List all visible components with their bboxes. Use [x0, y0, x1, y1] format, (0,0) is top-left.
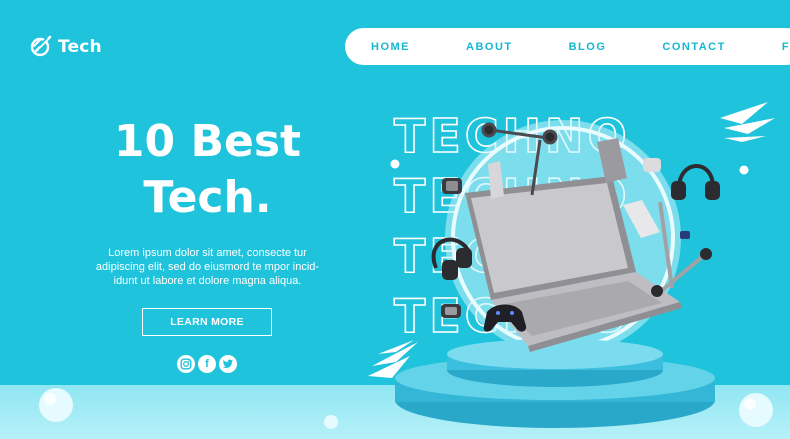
nav-contact[interactable]: CONTACT: [662, 41, 725, 53]
smartwatch-right: [643, 158, 661, 172]
headphones-right: [671, 164, 720, 200]
rocket-icon: [30, 33, 54, 61]
sphere-large-left: [39, 388, 73, 422]
podium: [395, 339, 715, 428]
nav-about[interactable]: ABOUT: [466, 41, 513, 53]
hero-description-line-2: adipiscing elit, sed do eiusmord te mpor…: [95, 261, 320, 273]
speed-strokes-top: [720, 102, 775, 142]
hero-description-line-3: idunt ut labore et dolore magna aliqua.: [113, 275, 302, 287]
hero-title-line-2: Tech.: [143, 172, 272, 223]
smartwatch-bottom: [441, 304, 461, 318]
brand-name: Tech: [58, 37, 102, 57]
hero-description-line-1: Lorem ipsum dolor sit amet, consecte tur: [108, 247, 307, 259]
sphere-highlight-right: [744, 398, 756, 410]
sphere-highlight-left: [44, 393, 56, 405]
instagram-icon[interactable]: [177, 355, 195, 373]
sphere-small-2: [739, 165, 749, 175]
hero-title: 10 Best Tech.: [75, 114, 340, 226]
hero-title-line-1: 10 Best: [113, 116, 302, 167]
brand-logo[interactable]: Tech: [30, 33, 102, 61]
facebook-icon[interactable]: f: [198, 355, 216, 373]
hero-description: Lorem ipsum dolor sit amet, consecte tur…: [70, 246, 345, 288]
nav-blog[interactable]: BLOG: [569, 41, 607, 53]
social-links: f: [177, 355, 237, 373]
nav-faq[interactable]: FAQ: [782, 41, 790, 53]
landing-page: TECHNO TECHNO TECHNO TECHNO: [0, 0, 790, 439]
twitter-icon[interactable]: [219, 355, 237, 373]
sphere-small-bottom: [324, 415, 338, 429]
main-nav: HOME ABOUT BLOG CONTACT FAQ: [345, 28, 790, 65]
usb-device: [680, 231, 690, 239]
nav-home[interactable]: HOME: [371, 41, 410, 53]
smartwatch-left: [442, 178, 462, 194]
sphere-small-1: [390, 159, 400, 169]
learn-more-button[interactable]: LEARN MORE: [142, 308, 272, 336]
sphere-large-right: [739, 393, 773, 427]
